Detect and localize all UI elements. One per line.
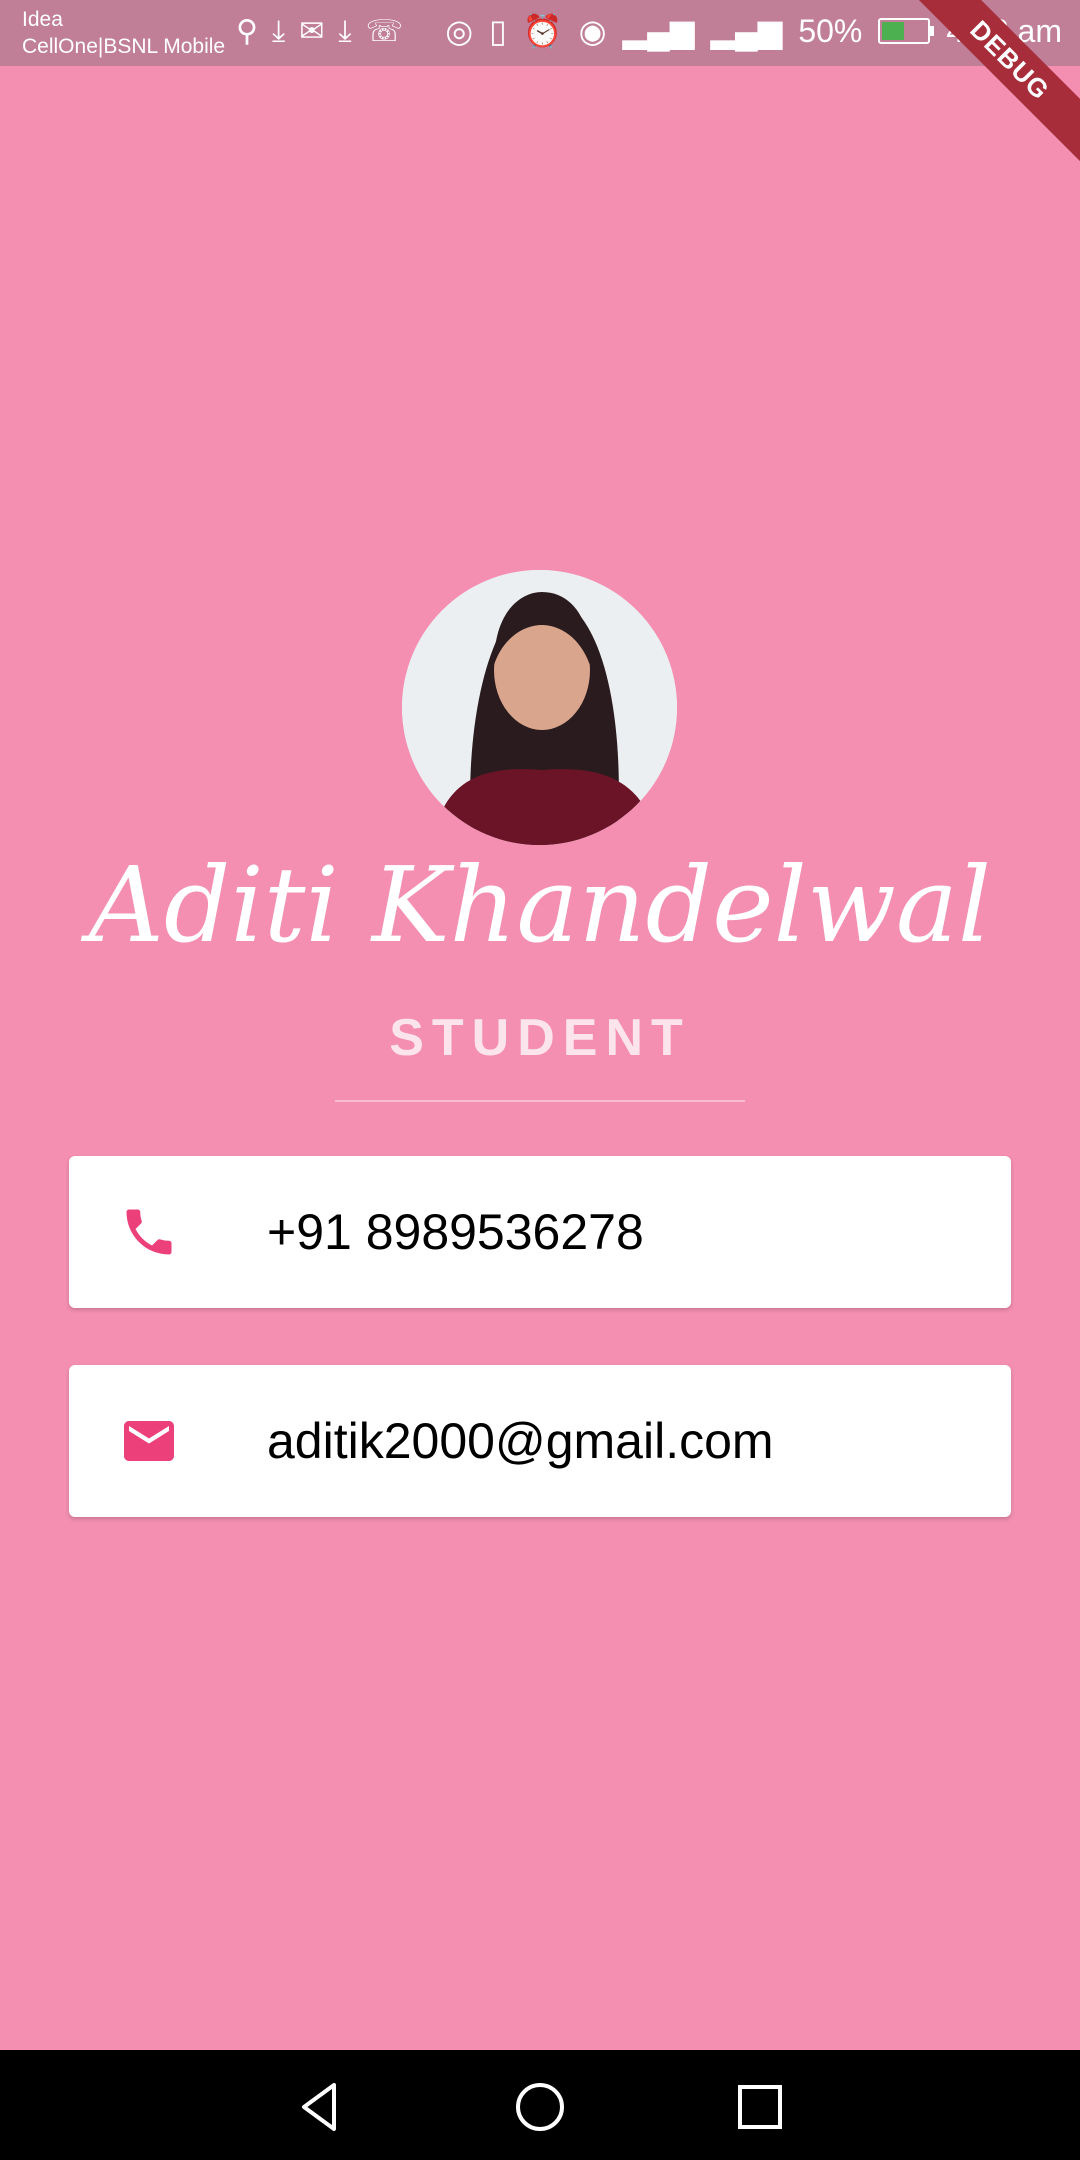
hotspot-icon: ◎ [445, 13, 474, 49]
carrier-info: Idea CellOne|BSNL Mobile [22, 6, 225, 60]
home-icon[interactable] [510, 2077, 570, 2137]
phone-card[interactable]: +91 8989536278 [69, 1156, 1011, 1308]
phone-icon [126, 1209, 172, 1255]
signal-4g-icon: ▂▄▆ [622, 13, 695, 49]
download-complete-icon: ⤓ [338, 15, 352, 48]
battery-percent: 50% [798, 12, 863, 49]
download-icon: ⤓ [271, 15, 286, 48]
notification-icons: ⚲ ⤓ ✉ ⤓ ☏ [236, 14, 403, 50]
email-icon [124, 1421, 174, 1461]
recents-icon[interactable] [730, 2077, 790, 2137]
signal-icon: ▂▄▆ [710, 13, 783, 49]
status-bar: Idea CellOne|BSNL Mobile ⚲ ⤓ ✉ ⤓ ☏ ◎ ▯ ⏰… [0, 0, 1080, 66]
phone-number: +91 8989536278 [267, 1204, 644, 1260]
battery-icon [878, 18, 935, 44]
chat-icon: ✉ [299, 15, 325, 48]
carrier-line-2: CellOne|BSNL Mobile [22, 35, 226, 58]
alarm-icon: ⏰ [522, 13, 563, 49]
back-icon[interactable] [290, 2077, 350, 2137]
email-card[interactable]: aditik2000@gmail.com [69, 1365, 1011, 1517]
avatar [402, 570, 677, 845]
profile-name: Aditi Khandelwal [88, 844, 992, 966]
profile-role: STUDENT [389, 1009, 691, 1067]
navigation-bar [0, 2050, 1080, 2160]
whatsapp-icon: ☏ [365, 15, 404, 48]
usb-icon: ⚲ [236, 15, 258, 48]
email-address: aditik2000@gmail.com [267, 1413, 774, 1469]
battery-fill [882, 22, 905, 40]
eye-comfort-icon: ◉ [578, 13, 607, 49]
vibrate-icon: ▯ [489, 13, 507, 49]
avatar-photo [402, 570, 677, 845]
carrier-line-1: Idea [22, 8, 63, 31]
divider [335, 1100, 745, 1102]
